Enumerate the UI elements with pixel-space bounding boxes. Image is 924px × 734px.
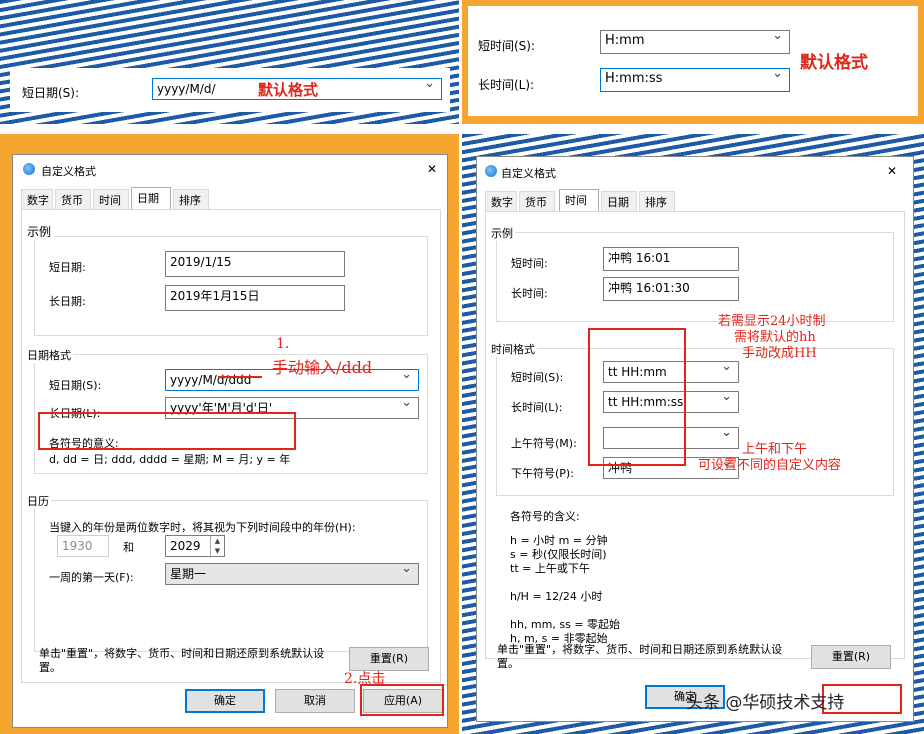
time-reset-desc: 单击"重置"，将数字、货币、时间和日期还原到系统默认设置。 [497,643,783,670]
top-right-panel: 短时间(S): H:mm 长时间(L): H:mm:ss 默认格式 [462,0,924,124]
time-dialog-title: 自定义格式 [501,167,556,180]
short-time-select[interactable]: H:mm [600,29,790,54]
long-time-value: H:mm:ss [605,71,663,86]
example-short-date-label: 短日期: [49,261,86,274]
annot-manual-input: 手动输入/ddd [272,358,373,377]
time-meaning-line: s = 秒(仅限长时间) [510,548,607,561]
time-meaning-line: h/H = 12/24 小时 [510,590,603,603]
default-format-note-right: 默认格式 [800,53,868,73]
apply-highlight-box [360,684,444,716]
tab-date[interactable]: 日期 [601,191,637,211]
time-dialog-app-icon [485,165,497,177]
time-reset-button[interactable]: 重置(R) [811,645,891,669]
time-format-group: 时间格式 短时间(S): tt HH:mm 长时间(L): tt HH:mm:s… [489,341,894,496]
time-format-dialog: 自定义格式 ✕ 数字 货币 时间 日期 排序 示例 短时间: 冲鸭 16:01 … [476,156,914,722]
short-date-label: 短日期(S): [22,86,80,100]
time-meaning-line [510,604,620,618]
time-dialog-close-icon[interactable]: ✕ [887,164,897,178]
example-short-time-value: 冲鸭 16:01 [608,251,671,265]
dialog-title: 自定义格式 [41,165,96,178]
tab-number[interactable]: 数字 [485,191,517,211]
watermark: 头条 @华硕技术支持 [686,693,845,713]
bottom-left-panel: 自定义格式 ✕ 数字 货币 时间 日期 排序 示例 短日期: 2019/1/15… [0,134,459,734]
example-long-time-field: 冲鸭 16:01:30 [603,277,739,301]
calendar-group-title: 日历 [25,493,51,509]
short-fmt-underline [218,376,262,378]
default-format-note: 默认格式 [258,81,319,99]
bottom-right-panel: 自定义格式 ✕ 数字 货币 时间 日期 排序 示例 短时间: 冲鸭 16:01 … [462,134,924,734]
am-symbol-label: 上午符号(M): [511,437,577,450]
short-time-fmt-label: 短时间(S): [511,371,564,384]
example-group-title: 示例 [25,223,54,240]
tab-time[interactable]: 时间 [93,189,129,209]
short-date-value: yyyy/M/d/ [157,82,216,96]
year-to-spinner[interactable]: 2029 ▲ ▼ [165,535,225,558]
example-short-date-field: 2019/1/15 [165,251,345,277]
tab-sort[interactable]: 排序 [639,191,675,211]
top-left-panel: 短日期(S): yyyy/M/d/ 默认格式 [0,0,459,124]
format-fields-highlight-box [588,328,686,466]
reset-desc: 单击"重置"，将数字、货币、时间和日期还原到系统默认设置。 [39,647,325,674]
example-long-date-field: 2019年1月15日 [165,285,345,311]
calendar-group: 日历 当键入的年份是两位数字时，将其视为下列时间段中的年份(H): 1930 和… [25,493,428,652]
and-label: 和 [123,541,134,554]
meaning-highlight-box [38,412,296,450]
time-meaning-line: h = 小时 m = 分钟 [510,534,608,547]
tab-date[interactable]: 日期 [131,187,171,209]
example-long-date-value: 2019年1月15日 [170,289,260,303]
dialog-titlebar: 自定义格式 ✕ [13,155,447,183]
year-from-field: 1930 [57,535,109,557]
example-short-date-value: 2019/1/15 [170,255,232,269]
example-long-time-label: 长时间: [511,287,548,300]
cancel-button[interactable]: 取消 [275,689,355,713]
long-time-select[interactable]: H:mm:ss [600,67,790,92]
calendar-desc: 当键入的年份是两位数字时，将其视为下列时间段中的年份(H): [49,521,356,534]
date-format-group-title: 日期格式 [25,347,73,363]
time-dialog-titlebar: 自定义格式 ✕ [477,157,913,185]
short-fmt-label: 短日期(S): [49,379,102,392]
long-time-fmt-label: 长时间(L): [511,401,563,414]
example-group: 示例 短日期: 2019/1/15 长日期: 2019年1月15日 [25,223,428,336]
first-day-label: 一周的第一天(F): [49,571,134,584]
meaning-text: d, dd = 日; ddd, dddd = 星期; M = 月; y = 年 [49,453,291,466]
time-meaning-list: h = 小时 m = 分钟 s = 秒(仅限长时间) tt = 上午或下午 h/… [510,534,620,646]
tab-currency[interactable]: 货币 [519,191,555,211]
pm-symbol-label: 下午符号(P): [511,467,574,480]
tab-number[interactable]: 数字 [21,189,53,209]
time-format-group-title: 时间格式 [489,341,537,357]
example-short-time-label: 短时间: [511,257,548,270]
time-meaning-title: 各符号的含义: [510,510,580,523]
time-meaning-line: hh, mm, ss = 零起始 [510,618,621,631]
example-long-date-label: 长日期: [49,295,86,308]
year-to-value: 2029 [170,539,201,553]
example-long-time-value: 冲鸭 16:01:30 [608,281,690,295]
long-time-label: 长时间(L): [478,78,535,92]
annot-24h-line3: 手动改成HH [742,346,817,361]
first-day-value: 星期一 [170,567,207,581]
first-day-select[interactable]: 星期一 [165,562,419,585]
ok-button[interactable]: 确定 [185,689,265,713]
dialog-app-icon [23,163,35,175]
year-spin-arrows-icon[interactable]: ▲ ▼ [210,536,224,558]
tab-time[interactable]: 时间 [559,189,599,211]
short-time-label: 短时间(S): [478,39,536,53]
time-tab-body: 示例 短时间: 冲鸭 16:01 长时间: 冲鸭 16:01:30 时间格式 短… [485,211,905,659]
time-example-group: 示例 短时间: 冲鸭 16:01 长时间: 冲鸭 16:01:30 [489,225,894,322]
tab-currency[interactable]: 货币 [55,189,91,209]
time-meaning-line [510,576,620,590]
short-time-value: H:mm [605,33,645,48]
tab-sort[interactable]: 排序 [173,189,209,209]
annot-step1: 1. [276,336,290,352]
dialog-close-icon[interactable]: ✕ [427,162,437,176]
year-from-value: 1930 [62,539,93,553]
time-meaning-line: tt = 上午或下午 [510,562,590,575]
example-short-time-field: 冲鸭 16:01 [603,247,739,271]
annot-ampm-line2: 可设置不同的自定义内容 [698,458,842,473]
time-example-group-title: 示例 [489,225,515,241]
